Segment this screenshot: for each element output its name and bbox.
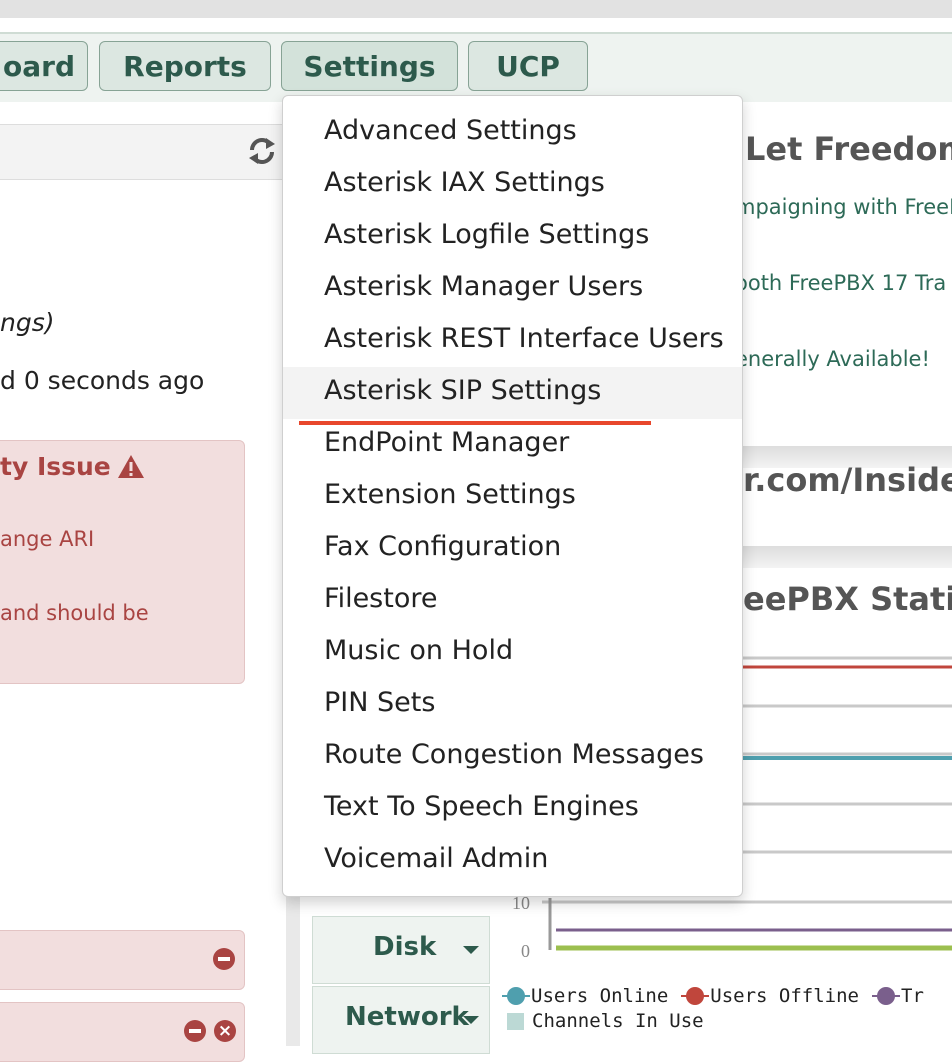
menu-item-label: Asterisk SIP Settings <box>324 375 602 406</box>
menu-item-label: PIN Sets <box>324 687 436 718</box>
menu-item-label: Asterisk Logfile Settings <box>324 219 650 250</box>
chevron-down-icon <box>463 946 479 954</box>
warning-icon <box>117 455 144 478</box>
menu-item-advanced-settings[interactable]: Advanced Settings <box>283 107 742 159</box>
legend-trunks: Tr <box>901 985 924 1007</box>
news-link-2[interactable]: ooth FreePBX 17 Tra <box>735 271 946 295</box>
nav-reports-button[interactable]: Reports <box>99 41 271 91</box>
collapse-icon[interactable] <box>213 948 235 970</box>
legend-marker <box>681 987 710 1005</box>
nav-dashboard-button[interactable]: oard <box>0 41 88 91</box>
menu-item-fax-configuration[interactable]: Fax Configuration <box>283 523 742 575</box>
news-link-3[interactable]: enerally Available! <box>735 347 930 371</box>
tab-disk-label: Disk <box>373 932 437 962</box>
tab-network-label: Network <box>345 1002 469 1032</box>
refresh-icon[interactable] <box>244 133 280 169</box>
legend-channels-in-use: Channels In Use <box>532 1010 704 1032</box>
alert-line-1: ange ARI <box>0 527 95 551</box>
menu-item-endpoint-manager[interactable]: EndPoint Manager <box>283 419 742 471</box>
menu-item-music-on-hold[interactable]: Music on Hold <box>283 627 742 679</box>
legend-users-online: Users Online <box>531 985 669 1007</box>
blog-title: r.com/Inside <box>743 461 952 499</box>
menu-item-label: Filestore <box>324 583 438 614</box>
menu-item-label: EndPoint Manager <box>324 427 570 458</box>
menu-item-filestore[interactable]: Filestore <box>283 575 742 627</box>
menu-item-pin-sets[interactable]: PIN Sets <box>283 679 742 731</box>
news-title: Let Freedom <box>745 130 952 168</box>
menu-item-asterisk-rest-interface-users[interactable]: Asterisk REST Interface Users <box>283 315 742 367</box>
alert-line-2: and should be <box>0 601 149 625</box>
legend-marker <box>507 1012 524 1030</box>
alert-title: ty Issue <box>0 452 145 481</box>
hover-underline <box>299 421 651 425</box>
menu-item-asterisk-sip-settings[interactable]: Asterisk SIP Settings <box>283 367 742 419</box>
browser-top-strip <box>0 0 952 18</box>
panel-separator <box>720 546 952 568</box>
chart-legend-row-1: Users Online Users Offline Tr <box>502 985 924 1007</box>
menu-item-label: Voicemail Admin <box>324 843 549 874</box>
menu-item-label: Fax Configuration <box>324 531 562 562</box>
menu-item-text-to-speech-engines[interactable]: Text To Speech Engines <box>283 783 742 835</box>
collapse-icon[interactable] <box>184 1020 206 1042</box>
menu-item-asterisk-manager-users[interactable]: Asterisk Manager Users <box>283 263 742 315</box>
stats-title: eePBX Statist <box>743 580 952 618</box>
nav-settings-button[interactable]: Settings <box>281 41 458 91</box>
alert-title-text: ty Issue <box>0 452 111 481</box>
panel-header <box>0 124 282 180</box>
menu-item-extension-settings[interactable]: Extension Settings <box>283 471 742 523</box>
menu-item-route-congestion-messages[interactable]: Route Congestion Messages <box>283 731 742 783</box>
menu-item-label: Text To Speech Engines <box>324 791 639 822</box>
y-tick-label: 0 <box>521 941 530 960</box>
panel-italic-text: ngs) <box>0 308 55 337</box>
notice-bar-2[interactable] <box>0 1002 245 1062</box>
menu-item-label: Asterisk Manager Users <box>324 271 644 302</box>
menu-item-label: Advanced Settings <box>324 115 577 146</box>
menu-item-label: Route Congestion Messages <box>324 739 704 770</box>
menu-item-voicemail-admin[interactable]: Voicemail Admin <box>283 835 742 887</box>
menu-item-label: Extension Settings <box>324 479 576 510</box>
menu-item-asterisk-iax-settings[interactable]: Asterisk IAX Settings <box>283 159 742 211</box>
menu-item-asterisk-logfile-settings[interactable]: Asterisk Logfile Settings <box>283 211 742 263</box>
legend-marker <box>502 987 530 1005</box>
news-link-1[interactable]: mpaigning with FreeI <box>735 195 952 219</box>
menu-item-label: Music on Hold <box>324 635 514 666</box>
menu-item-label: Asterisk REST Interface Users <box>324 323 724 354</box>
last-updated-text: d 0 seconds ago <box>0 366 205 395</box>
legend-users-offline: Users Offline <box>710 985 859 1007</box>
legend-marker <box>872 987 900 1005</box>
menu-item-label: Asterisk IAX Settings <box>324 167 605 198</box>
close-icon[interactable]: × <box>214 1020 236 1042</box>
chevron-down-icon <box>463 1016 479 1024</box>
nav-ucp-button[interactable]: UCP <box>468 41 588 91</box>
notice-bar-1[interactable] <box>0 930 245 990</box>
chart-legend-row-2: Channels In Use <box>507 1010 704 1032</box>
